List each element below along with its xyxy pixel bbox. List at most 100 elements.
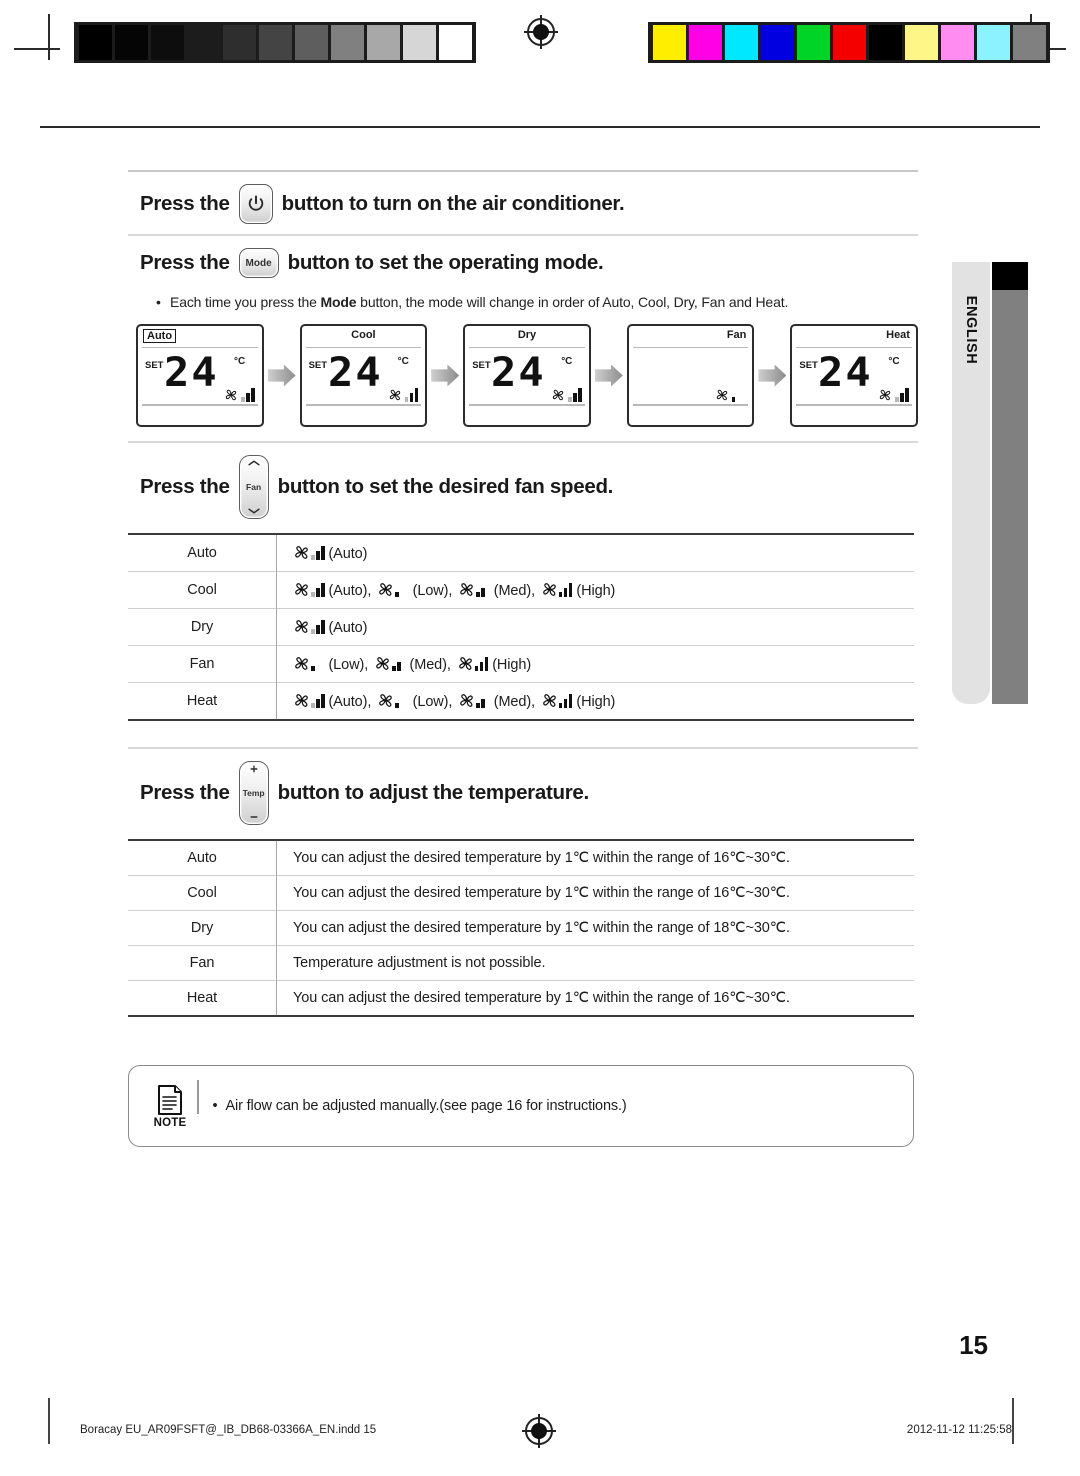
fan-blade-icon bbox=[379, 583, 393, 596]
lcd-display-auto: Auto SET 24 °C bbox=[136, 324, 264, 427]
table-row: Heat (Auto), (Low), (Med), (High) bbox=[128, 682, 915, 721]
fan-option: (Med), bbox=[458, 694, 535, 710]
mode-bullet-tail: button, the mode will change in order of… bbox=[356, 294, 789, 310]
fan-level-bars-auto bbox=[311, 620, 325, 634]
temperature-table: Auto You can adjust the desired temperatu… bbox=[128, 839, 914, 1017]
lcd-fan-indicator bbox=[715, 388, 746, 403]
temp-button[interactable]: Temp bbox=[238, 761, 269, 825]
temp-table-description: You can adjust the desired temperature b… bbox=[293, 850, 790, 866]
fan-option-label: (Low) bbox=[412, 583, 449, 599]
mode-button[interactable]: Mode bbox=[238, 248, 279, 278]
table-row: Auto You can adjust the desired temperatu… bbox=[128, 840, 914, 876]
page-content: Press the button to turn on the air cond… bbox=[128, 170, 918, 1147]
fan-blade-icon bbox=[295, 694, 308, 707]
fan-level-bars-auto bbox=[241, 388, 255, 403]
lcd-temperature-value: 24 bbox=[491, 350, 546, 397]
fan-level-bars-high bbox=[558, 694, 573, 708]
fan-option: (High) bbox=[541, 583, 615, 599]
fan-level-bars-auto bbox=[311, 694, 325, 708]
fan-table-options: (Auto) bbox=[277, 609, 915, 646]
footer-timestamp: 2012-11-12 11:25:58 bbox=[906, 1424, 1012, 1436]
fan-option: (Low), bbox=[293, 657, 368, 673]
lcd-display-heat: Heat SET 24 °C bbox=[790, 324, 918, 427]
fan-table-options: (Low), (Med), (High) bbox=[277, 646, 915, 683]
language-tab: ENGLISH bbox=[952, 262, 990, 704]
mode-bullet-bold: Mode bbox=[320, 294, 357, 310]
lcd-temperature-value: 24 bbox=[327, 350, 383, 397]
registration-mark-bottom bbox=[522, 1414, 556, 1448]
instruction-fan-prefix: Press the bbox=[140, 475, 230, 498]
instruction-power-text: button to turn on the air conditioner. bbox=[281, 192, 625, 215]
plus-icon bbox=[250, 765, 258, 773]
fan-blade-icon bbox=[225, 390, 237, 401]
fan-table-mode: Heat bbox=[128, 682, 277, 720]
chevron-up-icon bbox=[248, 460, 260, 466]
fan-blade-icon bbox=[389, 390, 400, 401]
fan-level-bars-high bbox=[474, 657, 489, 671]
lcd-fan-indicator bbox=[878, 388, 909, 403]
table-row: Heat You can adjust the desired temperatu… bbox=[128, 980, 914, 1016]
color-swatch-9 bbox=[976, 25, 1010, 60]
fan-table-options: (Auto), (Low), (Med), (High) bbox=[277, 572, 915, 609]
fan-level-bars-auto bbox=[404, 388, 419, 403]
lcd-fan-indicator bbox=[551, 388, 582, 403]
grayscale-swatch-9 bbox=[402, 25, 436, 60]
grayscale-swatch-6 bbox=[294, 25, 328, 60]
color-swatch-4 bbox=[796, 25, 830, 60]
minus-icon bbox=[250, 816, 258, 818]
lcd-temperature-unit: °C bbox=[397, 356, 409, 368]
fan-level-bars-auto bbox=[568, 388, 582, 403]
fan-option-label: (Med) bbox=[409, 657, 447, 673]
table-row: Dry You can adjust the desired temperatur… bbox=[128, 910, 914, 946]
note-section: NOTE • Air flow can be adjusted manually.… bbox=[128, 1065, 918, 1147]
temp-table-mode: Dry bbox=[128, 910, 277, 946]
note-icon-group: NOTE bbox=[147, 1084, 193, 1129]
fan-button-label: Fan bbox=[246, 482, 262, 492]
temp-table-description: Temperature adjustment is not possible. bbox=[293, 955, 546, 971]
fan-level-bars-auto bbox=[895, 388, 909, 403]
fan-option-label: (Low) bbox=[412, 694, 449, 710]
fan-blade-icon bbox=[295, 583, 308, 596]
sequence-arrow bbox=[594, 364, 623, 387]
crop-mark-top-left-vertical bbox=[48, 14, 50, 60]
fan-option-label: (Auto) bbox=[328, 694, 368, 710]
instruction-power-prefix: Press the bbox=[140, 192, 230, 215]
table-row: Fan Temperature adjustment is not possibl… bbox=[128, 945, 914, 981]
fan-option-label: (High) bbox=[576, 583, 616, 599]
lcd-mode-label: Auto bbox=[143, 329, 177, 343]
lcd-mode-label: Heat bbox=[886, 329, 910, 341]
instruction-mode: Press the Mode button to set the operati… bbox=[128, 234, 918, 288]
lcd-mode-label: Fan bbox=[726, 329, 747, 341]
lcd-display-cool: Cool SET 24 °C bbox=[299, 324, 428, 427]
fan-blade-icon bbox=[458, 657, 472, 670]
power-button[interactable] bbox=[238, 184, 273, 224]
registration-mark-top bbox=[524, 15, 558, 49]
table-row: Dry (Auto) bbox=[128, 608, 915, 646]
fan-option-label: (Auto) bbox=[328, 620, 368, 636]
color-swatch-8 bbox=[940, 25, 974, 60]
lcd-temperature-value: 24 bbox=[818, 350, 874, 397]
lcd-set-label: SET bbox=[472, 360, 491, 372]
grayscale-swatch-5 bbox=[258, 25, 292, 60]
color-swatch-10 bbox=[1012, 25, 1046, 60]
fan-option: (Auto), bbox=[293, 583, 371, 599]
color-swatch-2 bbox=[724, 25, 758, 60]
note-text: • Air flow can be adjusted manually.(see … bbox=[212, 1098, 627, 1114]
temp-button-label: Temp bbox=[242, 788, 265, 798]
fan-button[interactable]: Fan bbox=[238, 455, 269, 519]
footer-mark-left bbox=[48, 1398, 50, 1444]
color-swatch-7 bbox=[904, 25, 938, 60]
print-calibration-strip bbox=[0, 0, 1080, 110]
fan-blade-icon bbox=[460, 583, 474, 596]
temp-table-mode: Fan bbox=[128, 945, 277, 981]
instruction-temp-prefix: Press the bbox=[140, 781, 230, 804]
fan-level-bars-low bbox=[395, 583, 409, 597]
crop-mark-top-left-horizontal bbox=[14, 48, 60, 50]
fan-table-options: (Auto), (Low), (Med), (High) bbox=[277, 683, 915, 721]
grayscale-swatch-2 bbox=[150, 25, 184, 60]
fan-blade-icon bbox=[553, 390, 564, 401]
fan-level-bars-med bbox=[476, 583, 490, 597]
lcd-mode-label: Dry bbox=[517, 329, 537, 341]
fan-table-mode: Auto bbox=[128, 534, 277, 572]
note-divider bbox=[197, 1080, 199, 1114]
